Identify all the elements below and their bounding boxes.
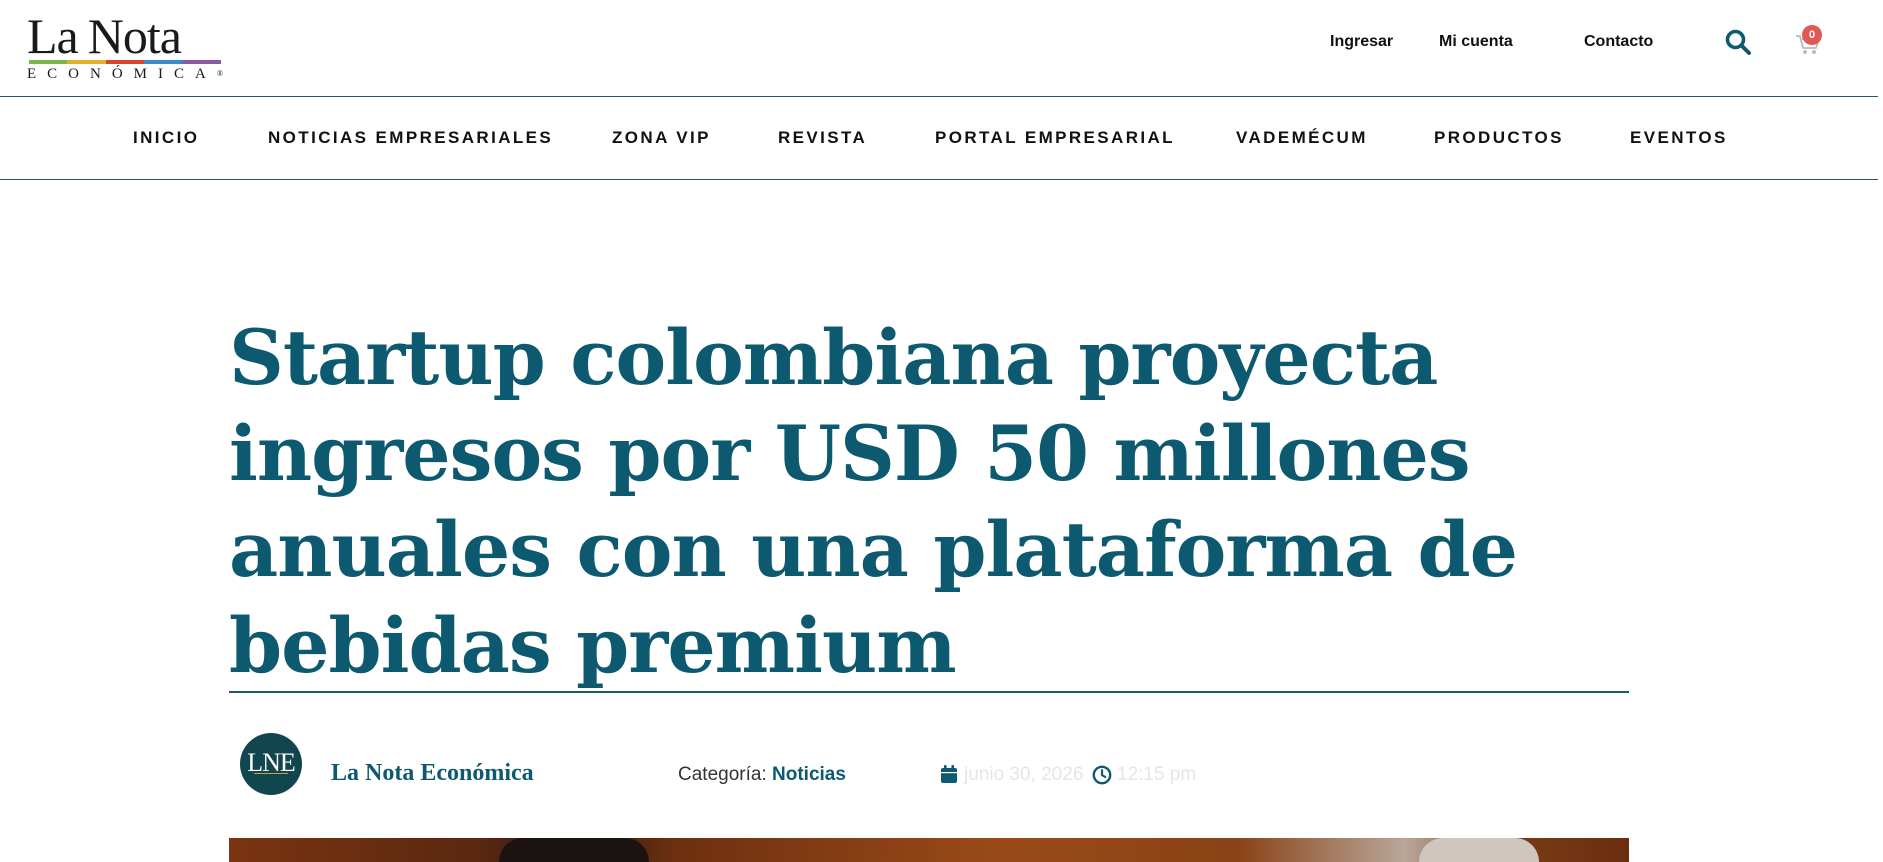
login-link[interactable]: Ingresar xyxy=(1330,32,1393,52)
title-divider xyxy=(229,691,1629,693)
hero-figure-left xyxy=(499,838,649,862)
clock-icon xyxy=(1092,765,1112,785)
nav-divider xyxy=(0,179,1878,180)
author-avatar[interactable]: LNE xyxy=(240,733,302,795)
publish-date: junio 30, 2026 xyxy=(964,764,1084,785)
author-name[interactable]: La Nota Económica xyxy=(331,760,534,786)
article-title: Startup colombiana proyecta ingresos por… xyxy=(229,313,1518,690)
article-hero-image xyxy=(229,838,1629,862)
search-button[interactable] xyxy=(1724,28,1752,56)
search-icon xyxy=(1725,29,1751,55)
category-link[interactable]: Noticias xyxy=(772,764,846,785)
logo-wordmark: La Nota xyxy=(27,8,182,64)
site-logo[interactable]: La Nota ECONÓMICA® xyxy=(27,8,227,82)
contact-link[interactable]: Contacto xyxy=(1584,32,1653,52)
article-category: Categoría: Noticias xyxy=(678,764,846,786)
publish-time: 12:15 pm xyxy=(1117,764,1197,785)
page: La Nota ECONÓMICA® Ingresar Mi cuenta Co… xyxy=(0,0,1883,862)
nav-item-revista[interactable]: REVISTA xyxy=(778,128,867,148)
main-nav: INICIO NOTICIAS EMPRESARIALES ZONA VIP R… xyxy=(0,97,1878,179)
logo-stripe-segment xyxy=(29,60,68,64)
my-account-link[interactable]: Mi cuenta xyxy=(1439,32,1513,52)
logo-stripe-segment xyxy=(182,60,222,64)
logo-stripe-segment xyxy=(67,60,106,64)
logo-color-stripe xyxy=(29,60,222,64)
cart-count-badge: 0 xyxy=(1802,25,1822,45)
nav-item-vademecum[interactable]: VADEMÉCUM xyxy=(1236,128,1368,148)
logo-subtitle: ECONÓMICA® xyxy=(27,66,223,82)
nav-item-portal-empresarial[interactable]: PORTAL EMPRESARIAL xyxy=(935,128,1175,148)
logo-stripe-segment xyxy=(144,60,183,64)
nav-item-zona-vip[interactable]: ZONA VIP xyxy=(612,128,711,148)
nav-item-inicio[interactable]: INICIO xyxy=(133,128,199,148)
nav-item-productos[interactable]: PRODUCTOS xyxy=(1434,128,1564,148)
nav-item-eventos[interactable]: EVENTOS xyxy=(1630,128,1728,148)
logo-stripe-segment xyxy=(105,60,145,64)
hero-figure-right xyxy=(1419,838,1539,862)
top-bar: La Nota ECONÓMICA® Ingresar Mi cuenta Co… xyxy=(0,0,1883,96)
avatar-underline xyxy=(254,773,288,774)
calendar-icon xyxy=(941,765,957,783)
category-label: Categoría: xyxy=(678,764,767,785)
nav-item-noticias-empresariales[interactable]: NOTICIAS EMPRESARIALES xyxy=(268,128,553,148)
